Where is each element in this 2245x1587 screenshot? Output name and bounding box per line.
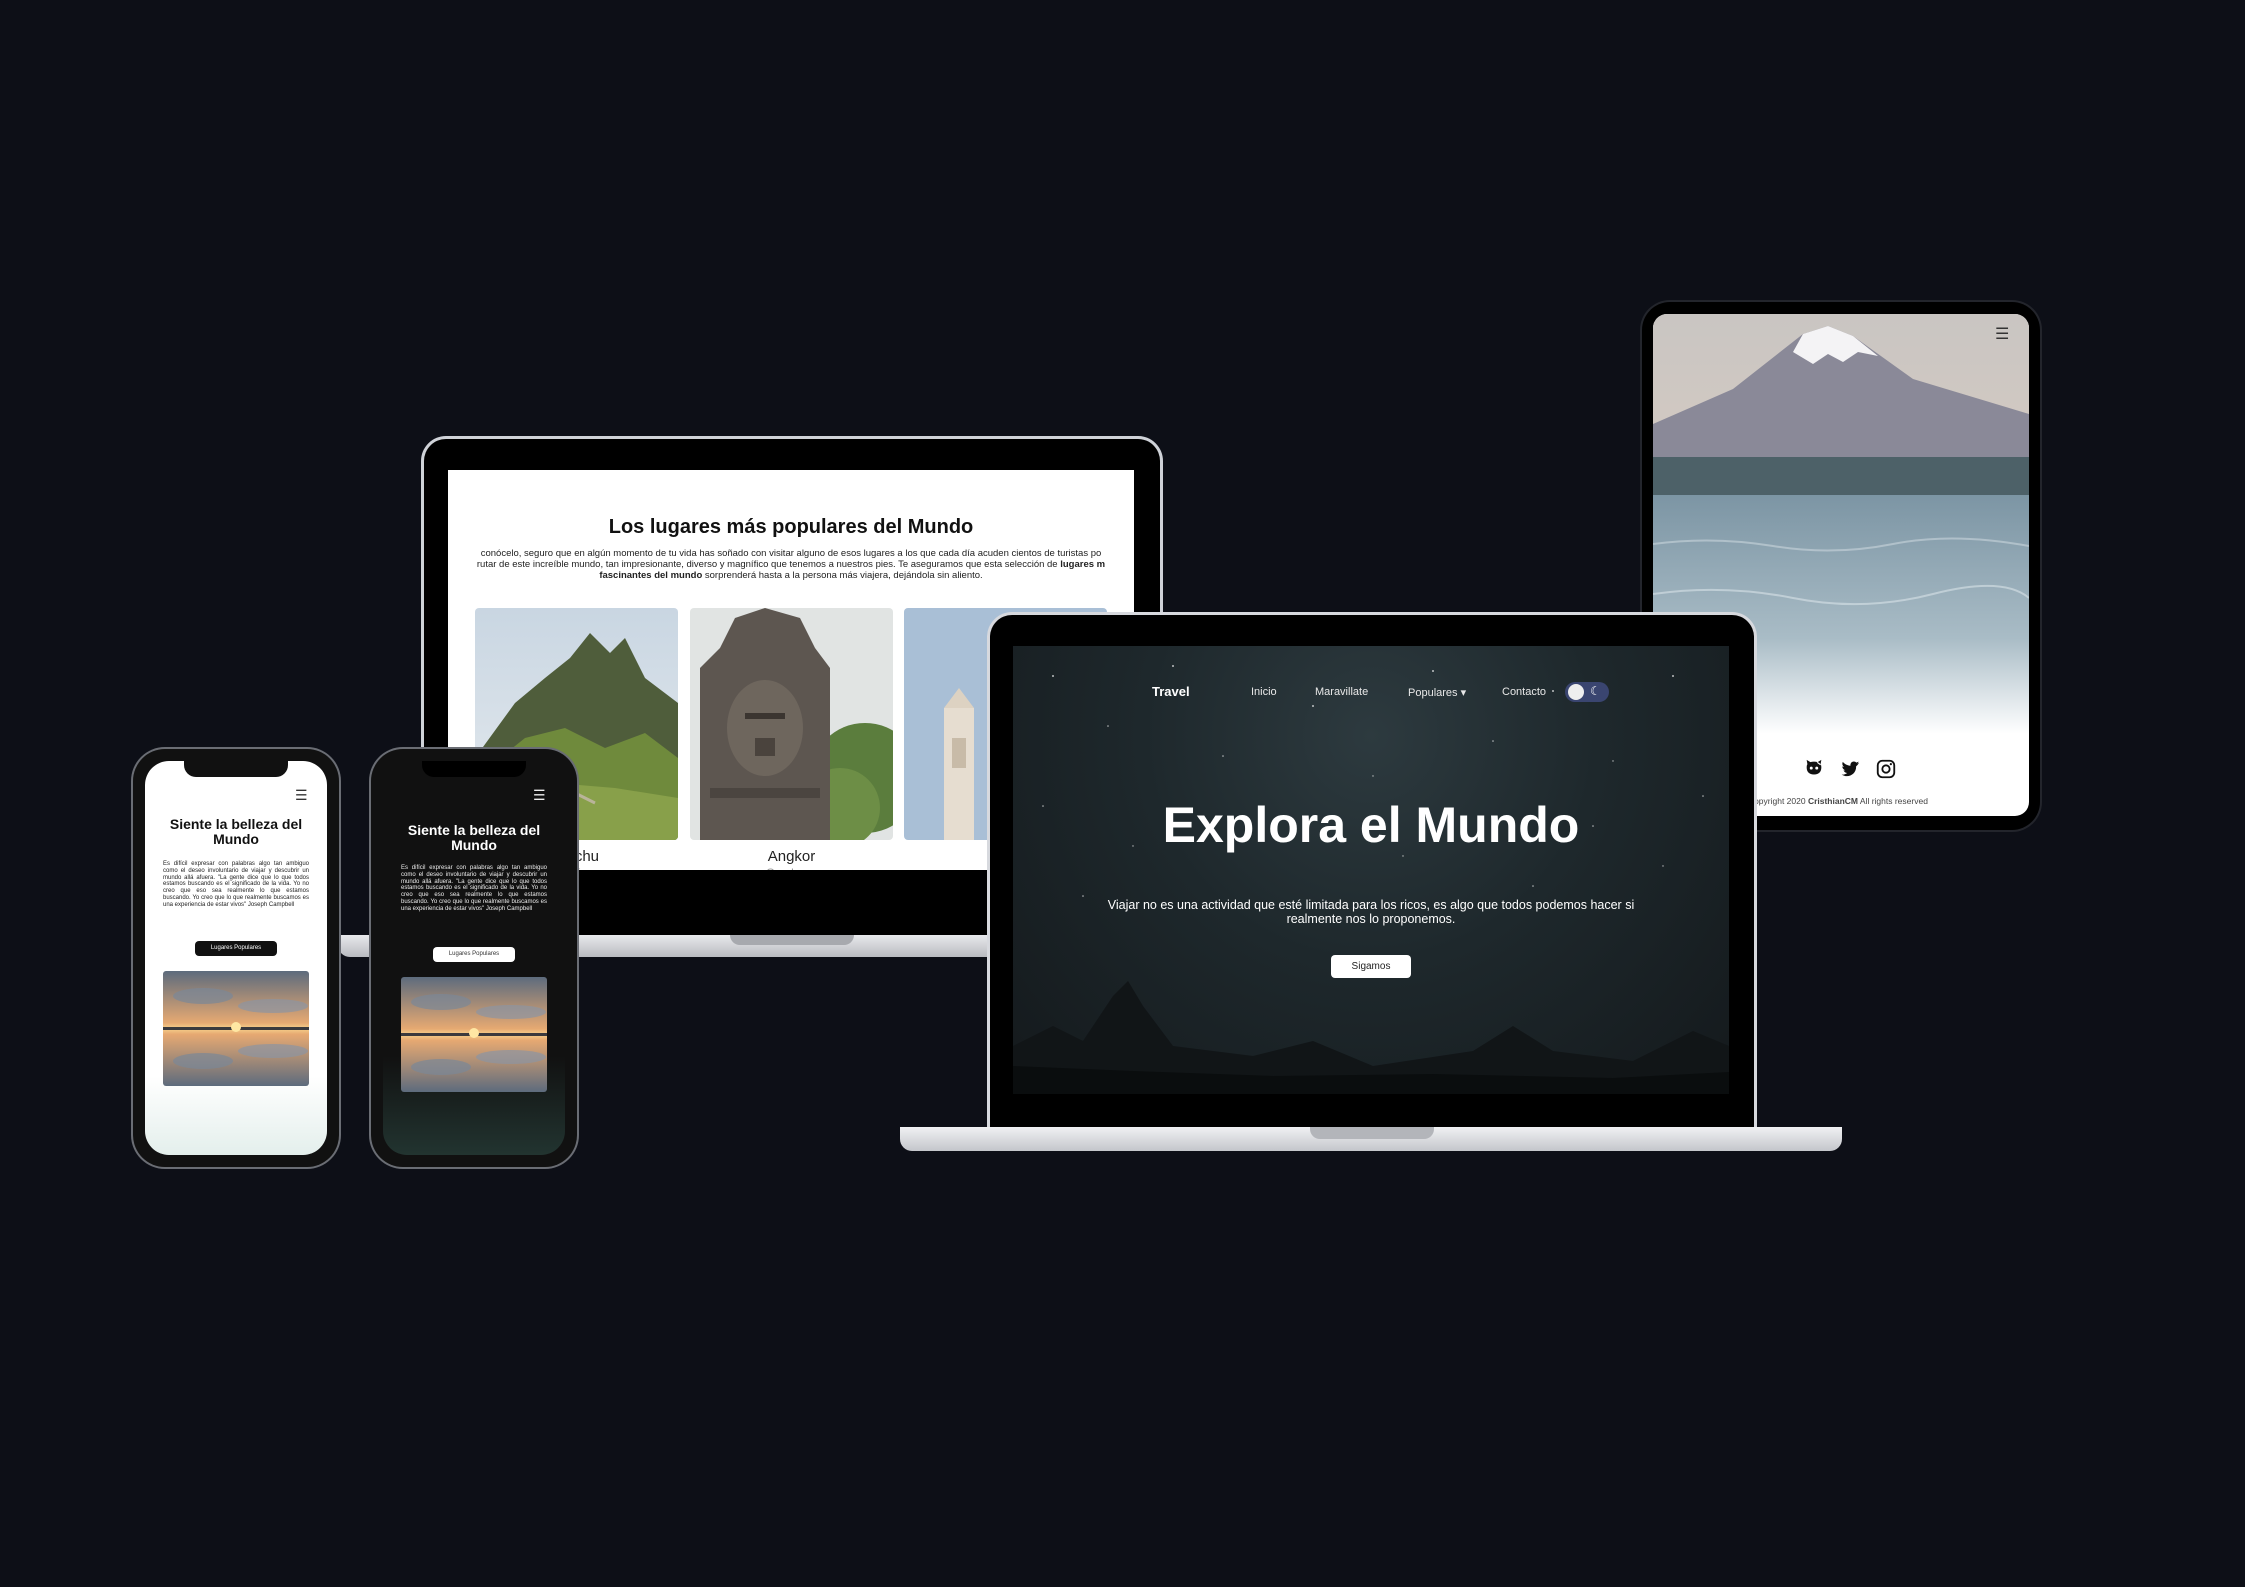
back-laptop-notch <box>730 935 854 945</box>
phone-dark-screen: ☰ Siente la belleza del Mundo Es difícil… <box>383 761 565 1155</box>
popular-line-2-text: rutar de este increíble mundo, tan impre… <box>476 559 1061 570</box>
nav-contacto[interactable]: Contacto <box>1502 686 1546 698</box>
phone-dark-menu-icon[interactable]: ☰ <box>533 787 546 804</box>
nav-inicio[interactable]: Inicio <box>1251 686 1277 698</box>
copyright-author[interactable]: CristhianCM <box>1808 796 1858 806</box>
hero-title: Explora el Mundo <box>1162 797 1580 853</box>
toggle-knob <box>1568 684 1584 700</box>
popular-description: conócelo, seguro que en algún momento de… <box>448 548 1134 581</box>
theme-toggle[interactable]: ☾ <box>1565 682 1609 702</box>
popular-line-2: rutar de este increíble mundo, tan impre… <box>448 559 1134 570</box>
card-angkor-image[interactable] <box>690 608 893 840</box>
front-laptop-screen: Travel Inicio Maravillate Populares ▾ Co… <box>1013 646 1729 1094</box>
phone-dark-text: Es difícil expresar con palabras algo ta… <box>401 865 547 912</box>
moon-icon: ☾ <box>1590 684 1601 698</box>
front-laptop-notch <box>1310 1127 1434 1139</box>
tablet-menu-icon[interactable]: ☰ <box>1995 324 2009 344</box>
nav-maravillate[interactable]: Maravillate <box>1315 686 1368 698</box>
phone-light-menu-icon[interactable]: ☰ <box>295 787 308 804</box>
phone-light-title: Siente la belleza del Mundo <box>169 816 303 847</box>
phone-dark-notch <box>422 761 526 777</box>
copyright-rights: All rights reserved <box>1858 796 1928 806</box>
phone-light-sunset-image <box>163 971 309 1086</box>
phone-light-screen: ☰ Siente la belleza del Mundo Es difícil… <box>145 761 327 1155</box>
phone-light-lugares-button[interactable]: Lugares Populares <box>195 941 277 956</box>
popular-line-3: fascinantes del mundo sorprenderá hasta … <box>448 570 1134 581</box>
phone-dark-title: Siente la belleza del Mundo <box>407 822 541 853</box>
sigamos-button[interactable]: Sigamos <box>1331 955 1411 978</box>
card-angkor-name: Angkor <box>767 848 816 865</box>
popular-line-3-bold: fascinantes del mundo <box>599 570 703 581</box>
phone-dark-lugares-button[interactable]: Lugares Populares <box>433 947 515 962</box>
popular-line-3-text: sorprenderá hasta a la persona más viaje… <box>702 570 983 581</box>
twitter-icon[interactable] <box>1839 758 1861 780</box>
phone-light-notch <box>184 761 288 777</box>
copyright-text: opyright 2020 <box>1754 796 1808 806</box>
popular-title: Los lugares más populares del Mundo <box>608 516 974 538</box>
popular-line-1: conócelo, seguro que en algún momento de… <box>480 548 1102 559</box>
phone-light-text: Es difícil expresar con palabras algo ta… <box>163 861 309 908</box>
instagram-icon[interactable] <box>1875 758 1897 780</box>
starry-mountain-background <box>1013 665 1729 1094</box>
nav-populares-dropdown[interactable]: Populares ▾ <box>1408 686 1466 699</box>
popular-line-2-bold: lugares m <box>1060 559 1106 570</box>
phone-dark-sunset-image <box>401 977 547 1092</box>
github-icon[interactable] <box>1803 758 1825 780</box>
hero-text: Viajar no es una actividad que esté limi… <box>1107 898 1635 926</box>
nav-logo[interactable]: Travel <box>1152 684 1190 699</box>
